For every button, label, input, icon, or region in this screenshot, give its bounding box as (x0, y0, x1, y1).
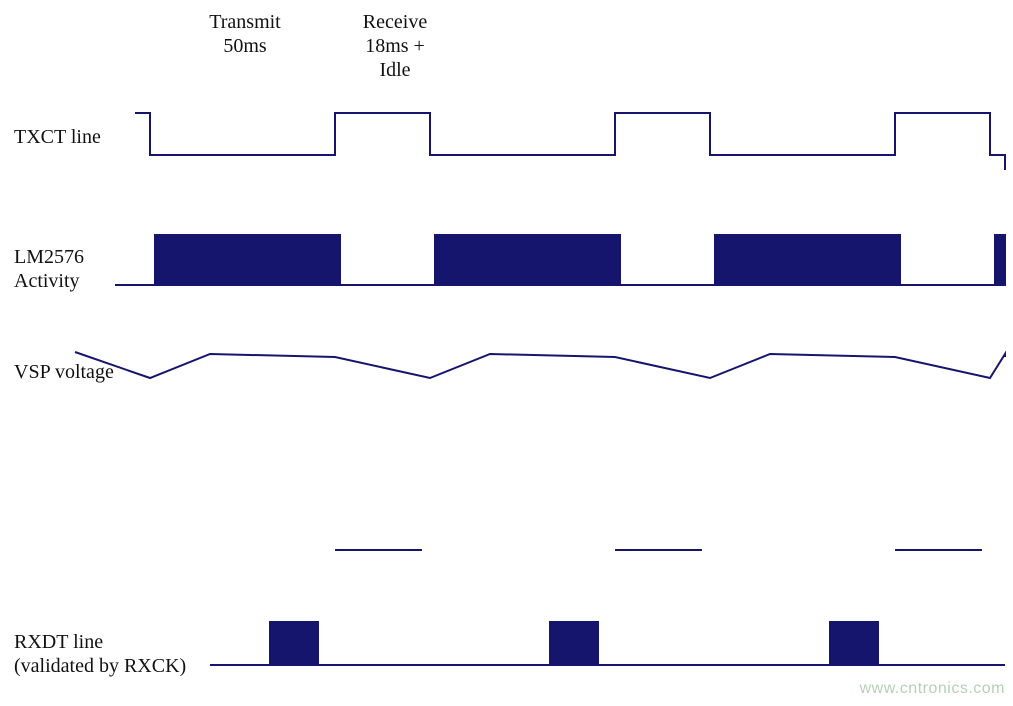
timing-diagram (0, 0, 1013, 706)
waveform-rxdt (210, 622, 1005, 665)
waveform-lm2576 (115, 235, 1005, 285)
waveform-vsp (75, 352, 1005, 378)
waveform-txct (135, 113, 1005, 170)
watermark: www.cntronics.com (860, 680, 1005, 698)
